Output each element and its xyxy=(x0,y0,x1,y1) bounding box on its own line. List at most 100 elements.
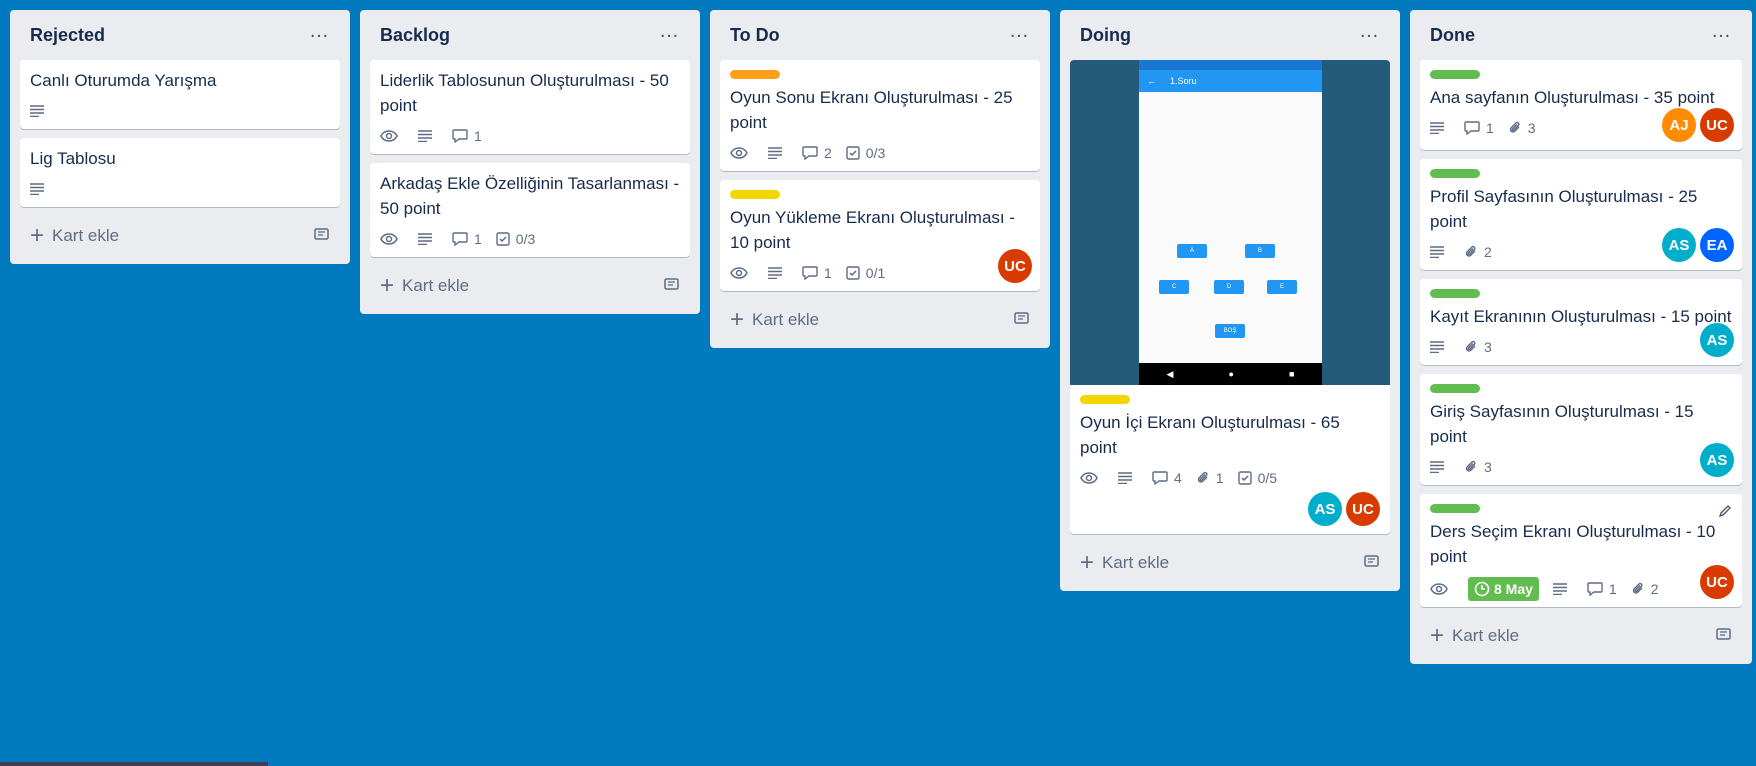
avatar[interactable]: AS xyxy=(1662,228,1696,262)
card[interactable]: Ana sayfanın Oluşturulması - 35 point 1 … xyxy=(1420,60,1742,150)
card-label[interactable] xyxy=(1430,384,1480,393)
attachment-badge: 3 xyxy=(1464,339,1492,355)
answer-button-b: B xyxy=(1245,244,1275,258)
card-badges: 3 xyxy=(1430,457,1732,477)
add-card-button[interactable]: + Kart ekle xyxy=(1420,616,1742,656)
list-menu-icon[interactable]: … xyxy=(1711,21,1732,44)
card[interactable]: Kayıt Ekranının Oluşturulması - 15 point… xyxy=(1420,279,1742,365)
watch-icon xyxy=(730,267,754,279)
add-card-label: Kart ekle xyxy=(52,226,120,245)
card-members: AS UC xyxy=(1080,492,1380,526)
card-badges: 4 1 0/5 xyxy=(1080,468,1380,488)
card[interactable]: Ders Seçim Ekranı Oluşturulması - 10 poi… xyxy=(1420,494,1742,607)
horizontal-scrollbar[interactable] xyxy=(0,762,268,766)
add-card-button[interactable]: + Kart ekle xyxy=(20,216,340,256)
card-label[interactable] xyxy=(1430,289,1480,298)
card[interactable]: Profil Sayfasının Oluşturulması - 25 poi… xyxy=(1420,159,1742,270)
card[interactable]: Oyun Sonu Ekranı Oluşturulması - 25 poin… xyxy=(720,60,1040,171)
watch-icon xyxy=(1430,583,1454,595)
card-badges xyxy=(30,179,330,199)
attachment-count: 1 xyxy=(1215,470,1224,486)
answer-button-e: E xyxy=(1267,280,1297,294)
avatar[interactable]: AJ xyxy=(1662,108,1696,142)
avatar[interactable]: AS xyxy=(1700,323,1734,357)
edit-pencil-icon[interactable] xyxy=(1718,504,1732,523)
card[interactable]: Liderlik Tablosunun Oluşturulması - 50 p… xyxy=(370,60,690,154)
due-date: 8 May xyxy=(1494,581,1533,597)
card-label[interactable] xyxy=(730,70,780,79)
card[interactable]: Arkadaş Ekle Özelliğinin Tasarlanması - … xyxy=(370,163,690,257)
card-label[interactable] xyxy=(1080,395,1130,404)
template-icon[interactable] xyxy=(1364,553,1380,573)
list-menu-icon[interactable]: … xyxy=(659,21,680,44)
card[interactable]: Canlı Oturumda Yarışma xyxy=(20,60,340,129)
checklist-count: 0/3 xyxy=(515,231,536,247)
list-header: Backlog … xyxy=(370,10,690,60)
checklist-badge: 0/3 xyxy=(846,145,885,161)
card-label[interactable] xyxy=(730,190,780,199)
card-members: AJ UC xyxy=(1658,108,1734,142)
answer-button-c: C xyxy=(1159,280,1189,294)
template-icon[interactable] xyxy=(1716,626,1732,646)
description-icon xyxy=(1552,583,1573,595)
card-title: Liderlik Tablosunun Oluşturulması - 50 p… xyxy=(380,71,669,115)
comment-badge: 1 xyxy=(452,231,482,247)
list-menu-icon[interactable]: … xyxy=(1359,21,1380,44)
comment-count: 4 xyxy=(1174,470,1182,486)
phone-nav-bar: ◀ ● ■ xyxy=(1139,363,1322,385)
checklist-badge: 0/1 xyxy=(846,265,885,281)
template-icon[interactable] xyxy=(664,276,680,296)
avatar[interactable]: AS xyxy=(1700,443,1734,477)
list-menu-icon[interactable]: … xyxy=(309,21,330,44)
card[interactable]: Oyun Yükleme Ekranı Oluşturulması - 10 p… xyxy=(720,180,1040,291)
template-icon[interactable] xyxy=(1014,310,1030,330)
avatar[interactable]: UC xyxy=(1346,492,1380,526)
card-label[interactable] xyxy=(1430,504,1480,513)
list-rejected: Rejected … Canlı Oturumda Yarışma Lig Ta… xyxy=(10,10,350,264)
nav-home-icon: ● xyxy=(1228,369,1234,379)
comment-badge: 1 xyxy=(1587,581,1617,597)
comment-badge: 1 xyxy=(802,265,832,281)
add-card-button[interactable]: + Kart ekle xyxy=(370,266,690,306)
avatar[interactable]: EA xyxy=(1700,228,1734,262)
checklist-count: 0/3 xyxy=(865,145,886,161)
card-title: Ders Seçim Ekranı Oluşturulması - 10 poi… xyxy=(1430,522,1716,566)
nav-recent-icon: ■ xyxy=(1289,369,1295,379)
list-title[interactable]: To Do xyxy=(730,25,780,46)
attachment-badge: 2 xyxy=(1631,581,1659,597)
card-label[interactable] xyxy=(1430,169,1480,178)
list-title[interactable]: Doing xyxy=(1080,25,1131,46)
avatar[interactable]: UC xyxy=(1700,565,1734,599)
list-title[interactable]: Rejected xyxy=(30,25,105,46)
description-icon xyxy=(1430,461,1450,473)
due-date-badge[interactable]: 8 May xyxy=(1468,577,1539,601)
card[interactable]: ← 1.Soru A B C D E BOŞ ◀ ● ■ Oyun İçi Ek… xyxy=(1070,60,1390,534)
add-card-button[interactable]: + Kart ekle xyxy=(1070,543,1390,583)
avatar[interactable]: AS xyxy=(1308,492,1342,526)
description-icon xyxy=(418,130,438,142)
card-members: UC xyxy=(1696,565,1734,599)
avatar[interactable]: UC xyxy=(1700,108,1734,142)
plus-icon: + xyxy=(730,306,745,333)
clock-icon xyxy=(1474,581,1490,597)
card-badges: 2 0/3 xyxy=(730,143,1030,163)
card-badges xyxy=(30,101,330,121)
description-icon xyxy=(30,105,50,117)
list-title[interactable]: Backlog xyxy=(380,25,450,46)
card-title: Oyun İçi Ekranı Oluşturulması - 65 point xyxy=(1080,413,1340,457)
card-label[interactable] xyxy=(1430,70,1480,79)
list-title[interactable]: Done xyxy=(1430,25,1475,46)
comment-count: 1 xyxy=(474,128,482,144)
card[interactable]: Giriş Sayfasının Oluşturulması - 15 poin… xyxy=(1420,374,1742,485)
list-menu-icon[interactable]: … xyxy=(1009,21,1030,44)
card[interactable]: Lig Tablosu xyxy=(20,138,340,207)
avatar[interactable]: UC xyxy=(998,249,1032,283)
description-icon xyxy=(418,233,438,245)
card-title: Oyun Sonu Ekranı Oluşturulması - 25 poin… xyxy=(730,88,1013,132)
checklist-count: 0/1 xyxy=(865,265,886,281)
add-card-button[interactable]: + Kart ekle xyxy=(720,300,1040,340)
card-title: Kayıt Ekranının Oluşturulması - 15 point xyxy=(1430,307,1732,326)
template-icon[interactable] xyxy=(314,226,330,246)
attachment-count: 3 xyxy=(1527,120,1536,136)
description-icon xyxy=(1430,246,1450,258)
